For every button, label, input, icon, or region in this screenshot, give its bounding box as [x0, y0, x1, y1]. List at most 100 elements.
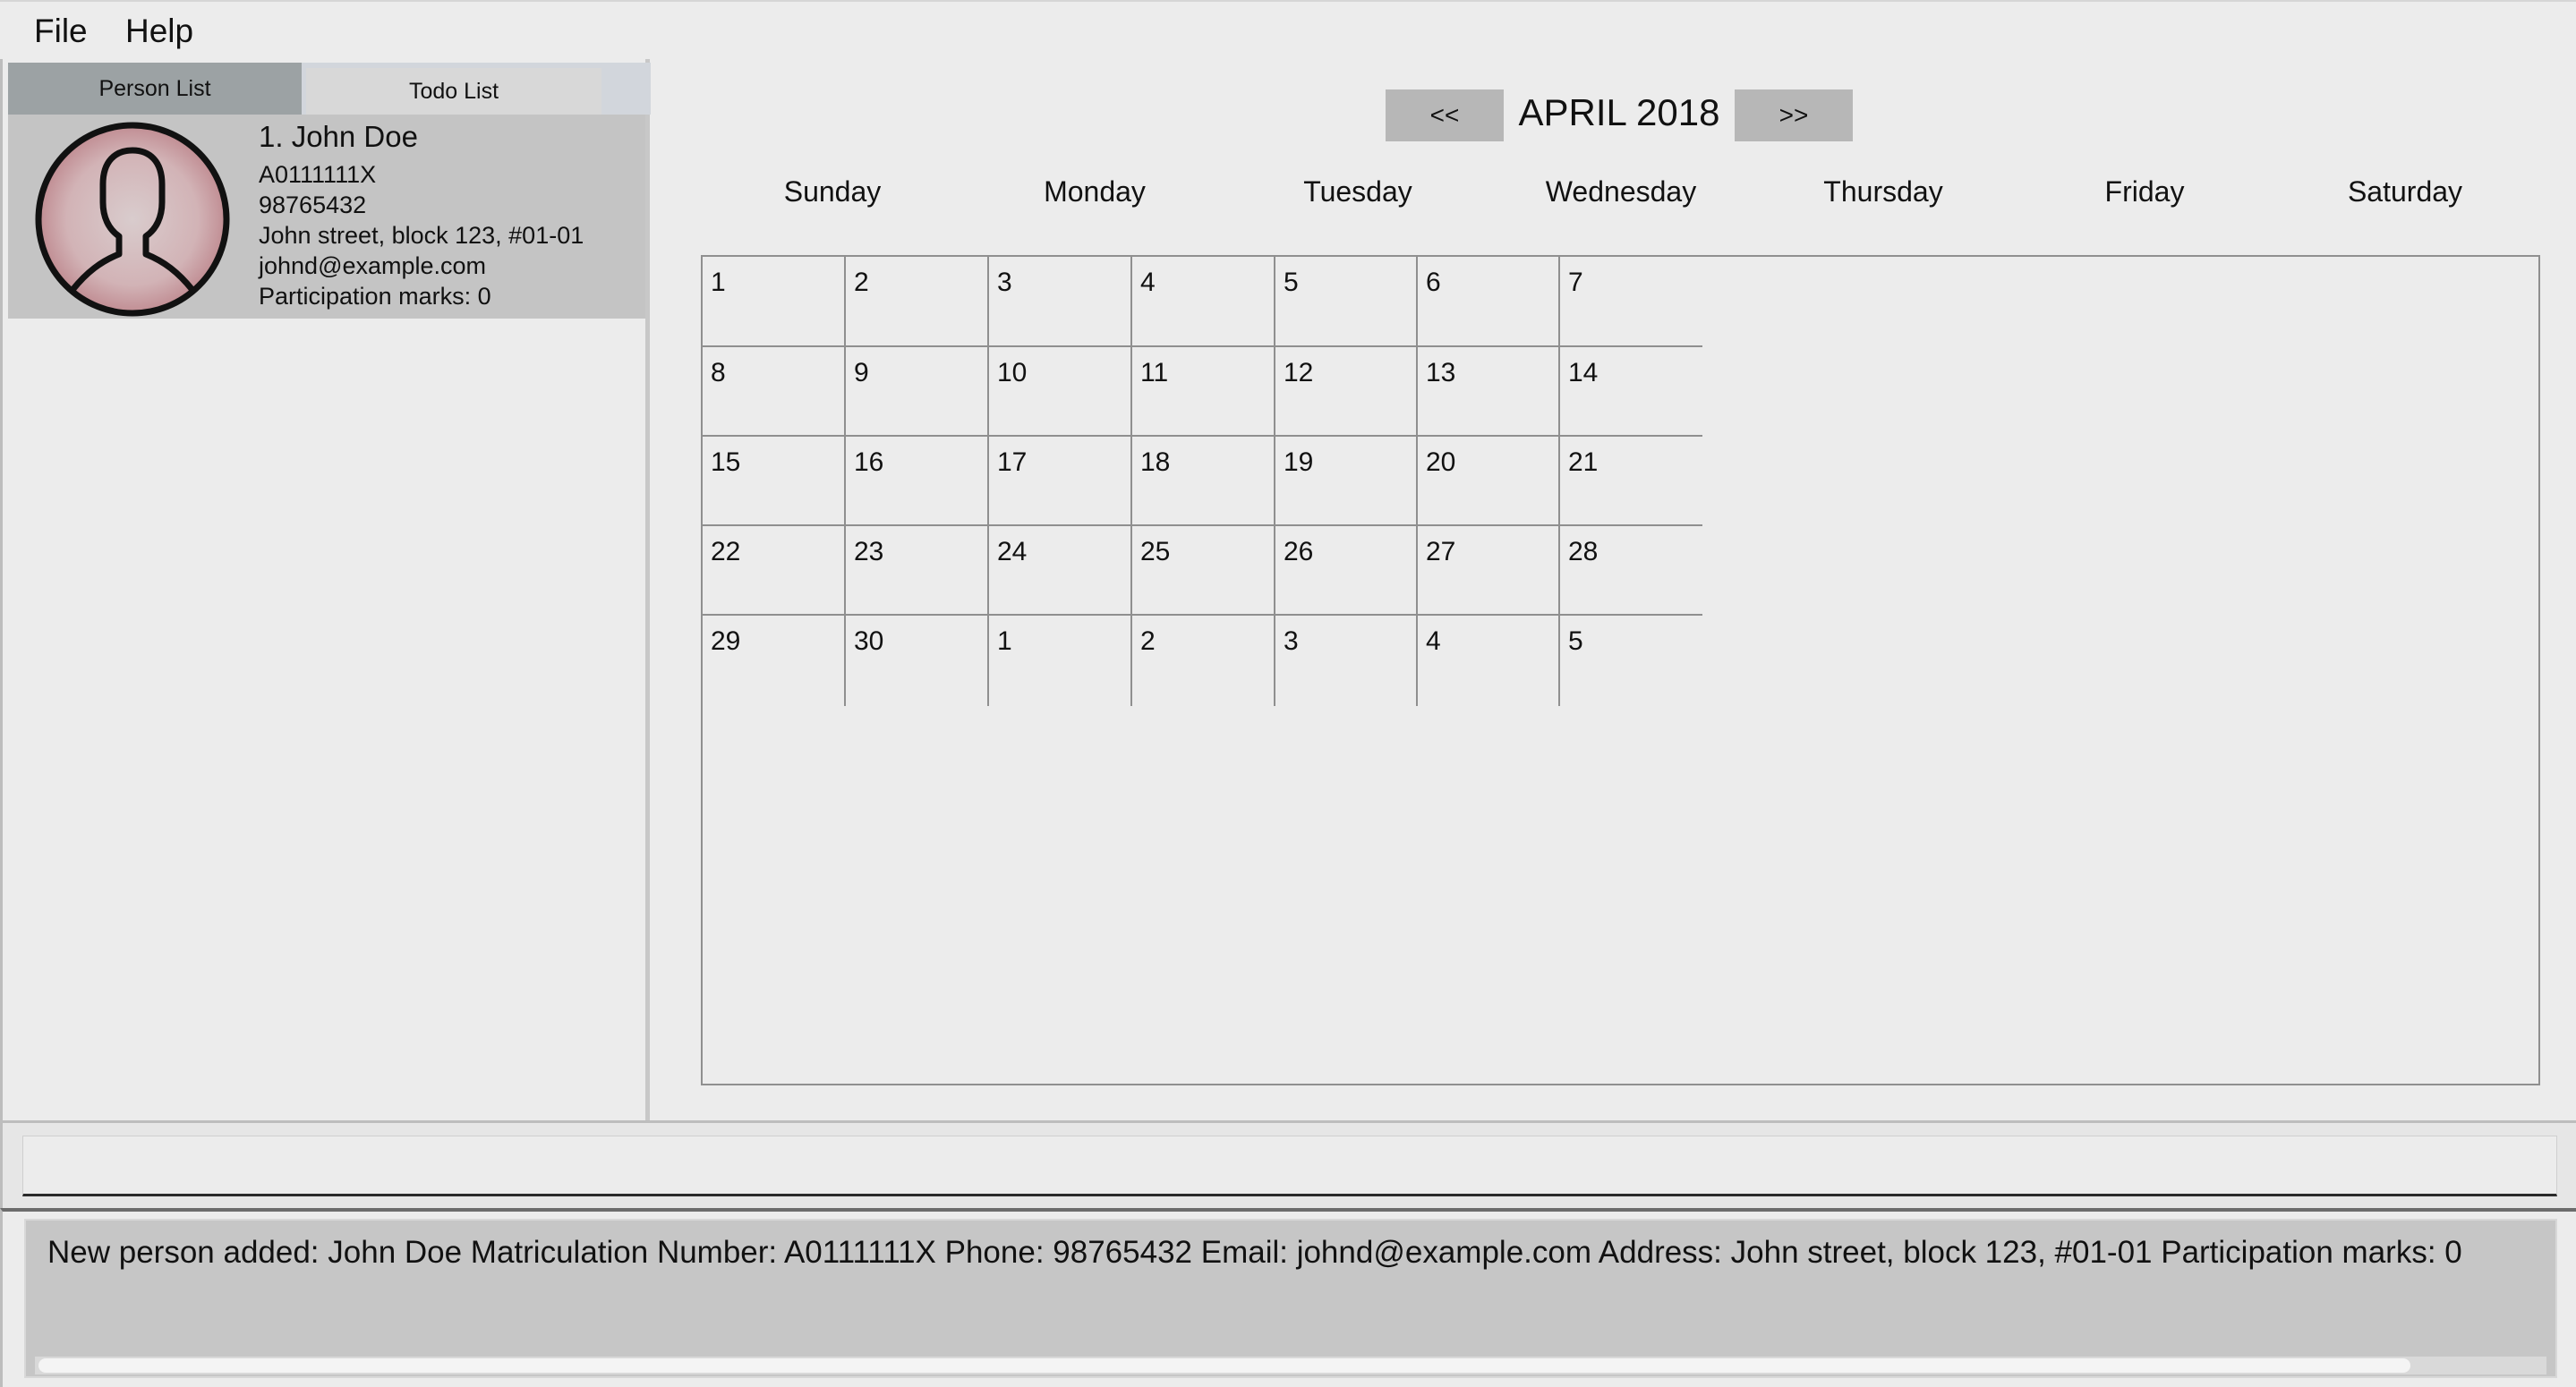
- day-number: 1: [997, 626, 1012, 656]
- calendar-day-cell[interactable]: 30: [846, 616, 989, 706]
- calendar-day-cell[interactable]: 14: [1560, 347, 1702, 437]
- calendar-day-cell[interactable]: 21: [1560, 437, 1702, 526]
- day-number: 5: [1284, 268, 1299, 297]
- day-number: 4: [1426, 626, 1441, 656]
- day-number: 18: [1140, 447, 1171, 477]
- result-text: New person added: John Doe Matriculation…: [47, 1235, 2462, 1270]
- day-number: 2: [854, 268, 869, 297]
- calendar-day-cell[interactable]: 19: [1275, 437, 1418, 526]
- menu-bar: File Help: [0, 0, 2576, 59]
- calendar-day-cell[interactable]: 24: [989, 526, 1132, 616]
- calendar-day-cell[interactable]: 15: [703, 437, 846, 526]
- day-number: 20: [1426, 447, 1456, 477]
- day-header: Sunday: [783, 175, 882, 208]
- day-number: 15: [711, 447, 741, 477]
- day-number: 25: [1140, 537, 1171, 566]
- day-header: Thursday: [1823, 175, 1943, 208]
- calendar-day-cell[interactable]: 12: [1275, 347, 1418, 437]
- avatar-icon: [35, 122, 230, 317]
- calendar-day-cell[interactable]: 23: [846, 526, 989, 616]
- month-title: APRIL 2018: [1518, 91, 1720, 133]
- calendar-day-cell[interactable]: 2: [846, 257, 989, 347]
- day-number: 5: [1568, 626, 1583, 656]
- calendar-day-cell[interactable]: 11: [1132, 347, 1275, 437]
- day-number: 9: [854, 358, 869, 387]
- person-card[interactable]: 1. John Doe A0111111X 98765432 John stre…: [8, 115, 645, 319]
- calendar-day-cell[interactable]: 4: [1132, 257, 1275, 347]
- calendar-grid: 1 2 3 4 5 6 7 8 9 10 11 12 13 14 15 16 17 18 19 20 21 22 23 24 2…: [701, 255, 2540, 1085]
- command-input[interactable]: [22, 1136, 2557, 1196]
- calendar-day-cell[interactable]: 4: [1418, 616, 1560, 706]
- calendar-day-cell[interactable]: 5: [1275, 257, 1418, 347]
- calendar-day-cell[interactable]: 3: [989, 257, 1132, 347]
- calendar-day-cell[interactable]: 20: [1418, 437, 1560, 526]
- menu-help[interactable]: Help: [125, 13, 193, 50]
- day-number: 24: [997, 537, 1028, 566]
- calendar-day-cell[interactable]: 13: [1418, 347, 1560, 437]
- day-number: 21: [1568, 447, 1599, 477]
- person-address: John street, block 123, #01-01: [259, 222, 584, 249]
- calendar-day-cell[interactable]: 25: [1132, 526, 1275, 616]
- day-number: 1: [711, 268, 726, 297]
- person-email: johnd@example.com: [259, 252, 487, 279]
- person-marks: Participation marks: 0: [259, 283, 491, 310]
- day-number: 22: [711, 537, 741, 566]
- day-header: Saturday: [2347, 175, 2463, 208]
- person-name: 1. John Doe: [259, 120, 418, 153]
- calendar-day-cell[interactable]: 9: [846, 347, 989, 437]
- calendar-day-cell[interactable]: 3: [1275, 616, 1418, 706]
- command-box-area: [0, 1120, 2576, 1208]
- day-number: 10: [997, 358, 1028, 387]
- day-header: Friday: [2104, 175, 2185, 208]
- scrollbar-thumb[interactable]: [38, 1358, 2410, 1373]
- day-number: 12: [1284, 358, 1314, 387]
- day-number: 6: [1426, 268, 1441, 297]
- prev-month-button[interactable]: <<: [1386, 89, 1504, 141]
- calendar-day-cell[interactable]: 22: [703, 526, 846, 616]
- calendar-day-cell[interactable]: 8: [703, 347, 846, 437]
- calendar-day-cell[interactable]: 16: [846, 437, 989, 526]
- left-pane: Person List Todo List 1. John Doe A01111…: [0, 59, 651, 1120]
- day-number: 29: [711, 626, 741, 656]
- horizontal-scrollbar[interactable]: [35, 1357, 2546, 1374]
- calendar-day-cell[interactable]: 10: [989, 347, 1132, 437]
- result-display: New person added: John Doe Matriculation…: [24, 1219, 2557, 1378]
- calendar-day-cell[interactable]: 27: [1418, 526, 1560, 616]
- day-number: 26: [1284, 537, 1314, 566]
- day-number: 16: [854, 447, 884, 477]
- day-number: 11: [1140, 358, 1169, 387]
- day-number: 17: [997, 447, 1028, 477]
- calendar-day-cell[interactable]: 26: [1275, 526, 1418, 616]
- calendar-day-cell[interactable]: 18: [1132, 437, 1275, 526]
- day-number: 2: [1140, 626, 1156, 656]
- day-number: 3: [1284, 626, 1299, 656]
- day-header: Tuesday: [1303, 175, 1412, 208]
- calendar-day-cell[interactable]: 7: [1560, 257, 1702, 347]
- calendar-day-cell[interactable]: 17: [989, 437, 1132, 526]
- menu-file[interactable]: File: [34, 13, 88, 50]
- calendar-day-cell[interactable]: 29: [703, 616, 846, 706]
- person-matric: A0111111X: [259, 161, 377, 188]
- day-number: 27: [1426, 537, 1456, 566]
- day-number: 13: [1426, 358, 1456, 387]
- day-number: 28: [1568, 537, 1599, 566]
- calendar-day-cell[interactable]: 1: [703, 257, 846, 347]
- calendar-day-cell[interactable]: 5: [1560, 616, 1702, 706]
- tab-todo-list[interactable]: Todo List: [306, 68, 601, 115]
- day-number: 7: [1568, 268, 1583, 297]
- calendar-day-cell[interactable]: 6: [1418, 257, 1560, 347]
- day-number: 3: [997, 268, 1012, 297]
- day-number: 8: [711, 358, 726, 387]
- day-number: 30: [854, 626, 884, 656]
- day-number: 4: [1140, 268, 1156, 297]
- person-phone: 98765432: [259, 191, 367, 218]
- day-number: 19: [1284, 447, 1314, 477]
- next-month-button[interactable]: >>: [1735, 89, 1853, 141]
- calendar-day-cell[interactable]: 28: [1560, 526, 1702, 616]
- calendar-day-cell[interactable]: 2: [1132, 616, 1275, 706]
- calendar-day-cell[interactable]: 1: [989, 616, 1132, 706]
- day-header: Wednesday: [1545, 175, 1697, 208]
- tab-person-list[interactable]: Person List: [8, 63, 302, 115]
- day-header: Monday: [1044, 175, 1146, 208]
- tab-bar: Person List Todo List: [8, 63, 651, 115]
